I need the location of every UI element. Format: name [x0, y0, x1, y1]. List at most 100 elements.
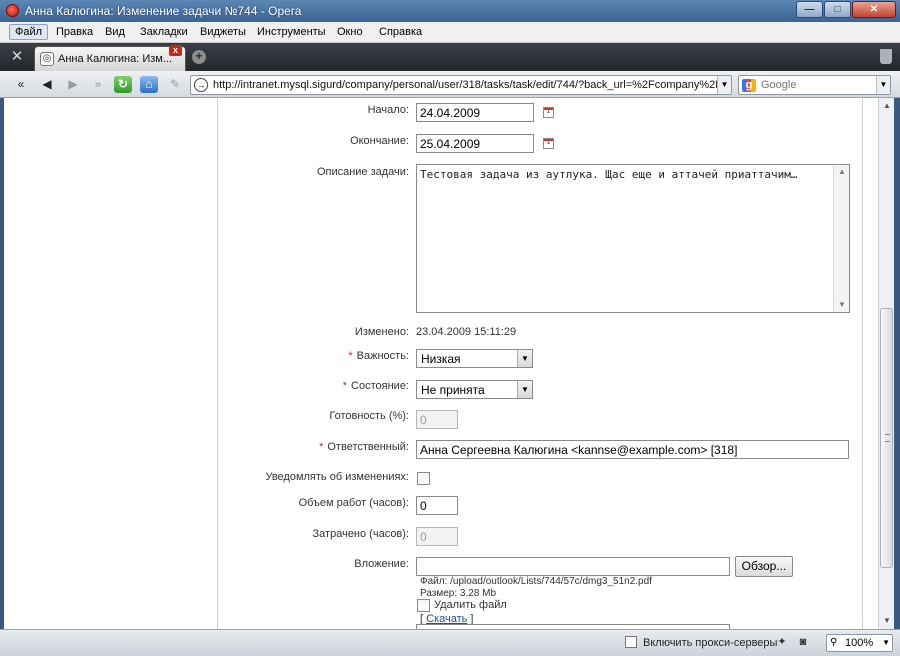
end-date-label: Окончание: [350, 135, 409, 147]
page-scrollbar[interactable]: ▲ ▼ [878, 98, 894, 629]
description-scrollbar[interactable]: ▲ ▼ [833, 165, 849, 312]
navigation-bar: « ◀ ▶ » ↻ ⌂ ✎ → http://intranet.mysql.si… [0, 71, 900, 98]
window-title-bar: Анна Калюгина: Изменение задачи №744 - O… [0, 0, 900, 22]
close-window-button[interactable]: ✕ [852, 1, 896, 18]
spent-input [416, 527, 458, 546]
back-icon[interactable]: ◀ [38, 76, 56, 93]
camera-icon[interactable]: ◙ [796, 635, 810, 649]
required-mark: * [319, 441, 324, 453]
priority-value: Низкая [421, 352, 461, 366]
start-date-label: Начало: [367, 104, 409, 116]
scroll-up-icon[interactable]: ▲ [879, 98, 895, 114]
responsible-label-text: Ответственный: [327, 441, 409, 453]
menu-bookmarks[interactable]: Закладки [135, 25, 193, 39]
address-bar[interactable]: → http://intranet.mysql.sigurd/company/p… [190, 75, 732, 95]
search-box[interactable]: g ▼ [738, 75, 891, 95]
opera-logo-icon [6, 4, 19, 17]
chevron-down-icon[interactable]: ▼ [882, 638, 890, 647]
proxy-checkbox[interactable] [625, 636, 637, 648]
tab-bar: ✕ ◎ Анна Калюгина: Изм... x + [0, 43, 900, 71]
modified-value: 23.04.2009 15:11:29 [416, 326, 517, 338]
description-label: Описание задачи: [316, 166, 409, 178]
proxy-label[interactable]: Включить прокси-серверы [643, 637, 777, 649]
description-textarea[interactable]: Тестовая задача из аутлука. Щас еще и ат… [416, 164, 850, 313]
browse-button[interactable]: Обзор... [735, 556, 793, 577]
status-bar: Включить прокси-серверы ✦ ◙ ⚲ 100% ▼ [0, 629, 900, 656]
estimate-input[interactable] [416, 496, 458, 515]
attachment-file-size: Размер: 3.28 Mb [420, 588, 497, 599]
home-icon[interactable]: ⌂ [140, 76, 158, 93]
rewind-icon[interactable]: « [12, 76, 30, 93]
customize-tools-icon[interactable]: ✕ [8, 48, 26, 66]
required-mark: * [348, 350, 353, 362]
fast-forward-icon[interactable]: » [89, 76, 107, 93]
menu-help[interactable]: Справка [374, 25, 427, 39]
menu-widgets[interactable]: Виджеты [195, 25, 251, 39]
maximize-button[interactable]: □ [824, 1, 851, 18]
tab-title: Анна Калюгина: Изм... [58, 53, 172, 65]
priority-label-text: Важность: [356, 350, 409, 362]
new-tab-icon[interactable]: + [192, 50, 206, 64]
search-input[interactable] [761, 78, 871, 92]
opera-speed-icon: ◎ [40, 52, 54, 66]
calendar-icon[interactable]: 1 [543, 138, 554, 149]
turbo-icon[interactable]: ✦ [775, 635, 789, 649]
status-select[interactable]: Не принята ▼ [416, 380, 533, 399]
responsible-input[interactable] [416, 440, 849, 459]
modified-label: Изменено: [354, 326, 409, 338]
menu-window[interactable]: Окно [332, 25, 368, 39]
grip-icon [885, 434, 890, 442]
status-value: Не принята [421, 383, 485, 397]
progress-input [416, 410, 458, 429]
zoom-value: 100% [845, 637, 874, 649]
calendar-icon[interactable]: 1 [543, 107, 554, 118]
zoom-control[interactable]: ⚲ 100% ▼ [826, 634, 893, 652]
window-frame [894, 98, 900, 629]
attachment-file-input[interactable] [416, 557, 730, 576]
attachment-file-path: Файл: /upload/outlook/Lists/744/57c/dmg3… [420, 576, 652, 587]
menu-file[interactable]: Файл [9, 24, 49, 40]
address-url[interactable]: http://intranet.mysql.sigurd/company/per… [213, 79, 731, 91]
status-label-text: Состояние: [351, 380, 409, 392]
responsible-label: * Ответственный: [319, 441, 409, 453]
end-date-input[interactable] [416, 134, 534, 153]
scroll-up-icon[interactable]: ▲ [834, 165, 850, 179]
delete-file-checkbox[interactable] [417, 599, 430, 612]
tab-close-icon[interactable]: x [169, 45, 182, 56]
go-icon[interactable]: → [194, 78, 208, 92]
attachment-label: Вложение: [354, 558, 409, 570]
window-controls: — □ ✕ [795, 1, 896, 19]
magnifier-icon: ⚲ [830, 637, 838, 648]
tab-task-edit[interactable]: ◎ Анна Калюгина: Изм... x [34, 45, 186, 71]
page-viewport: Начало: 1 Окончание: 1 Описание задачи: … [0, 98, 878, 629]
status-label: * Состояние: [343, 380, 409, 392]
spent-label: Затрачено (часов): [312, 528, 409, 540]
menu-view[interactable]: Вид [100, 25, 130, 39]
scrollbar-thumb[interactable] [880, 308, 893, 568]
trash-icon[interactable] [880, 49, 892, 64]
forward-icon[interactable]: ▶ [64, 76, 82, 93]
edit-icon[interactable]: ✎ [166, 76, 184, 93]
priority-select[interactable]: Низкая ▼ [416, 349, 533, 368]
search-dropdown-icon[interactable]: ▼ [876, 76, 890, 94]
chevron-down-icon[interactable]: ▼ [517, 381, 532, 398]
required-mark: * [342, 380, 348, 392]
scroll-down-icon[interactable]: ▼ [879, 613, 895, 629]
google-icon[interactable]: g [742, 79, 756, 92]
progress-label: Готовность (%): [329, 410, 409, 422]
notify-label: Уведомлять об изменениях: [265, 471, 409, 483]
start-date-input[interactable] [416, 103, 534, 122]
window-title: Анна Калюгина: Изменение задачи №744 - O… [25, 4, 302, 18]
scroll-down-icon[interactable]: ▼ [834, 298, 850, 312]
left-sidebar [4, 98, 218, 629]
chevron-down-icon[interactable]: ▼ [517, 350, 532, 367]
priority-label: * Важность: [348, 350, 409, 362]
minimize-button[interactable]: — [796, 1, 823, 18]
notify-checkbox[interactable] [417, 472, 430, 485]
address-dropdown-icon[interactable]: ▼ [717, 76, 731, 94]
reload-icon[interactable]: ↻ [114, 76, 132, 93]
delete-file-label: Удалить файл [434, 599, 507, 611]
menu-tools[interactable]: Инструменты [252, 25, 331, 39]
menu-edit[interactable]: Правка [51, 25, 98, 39]
estimate-label: Объем работ (часов): [298, 497, 409, 509]
